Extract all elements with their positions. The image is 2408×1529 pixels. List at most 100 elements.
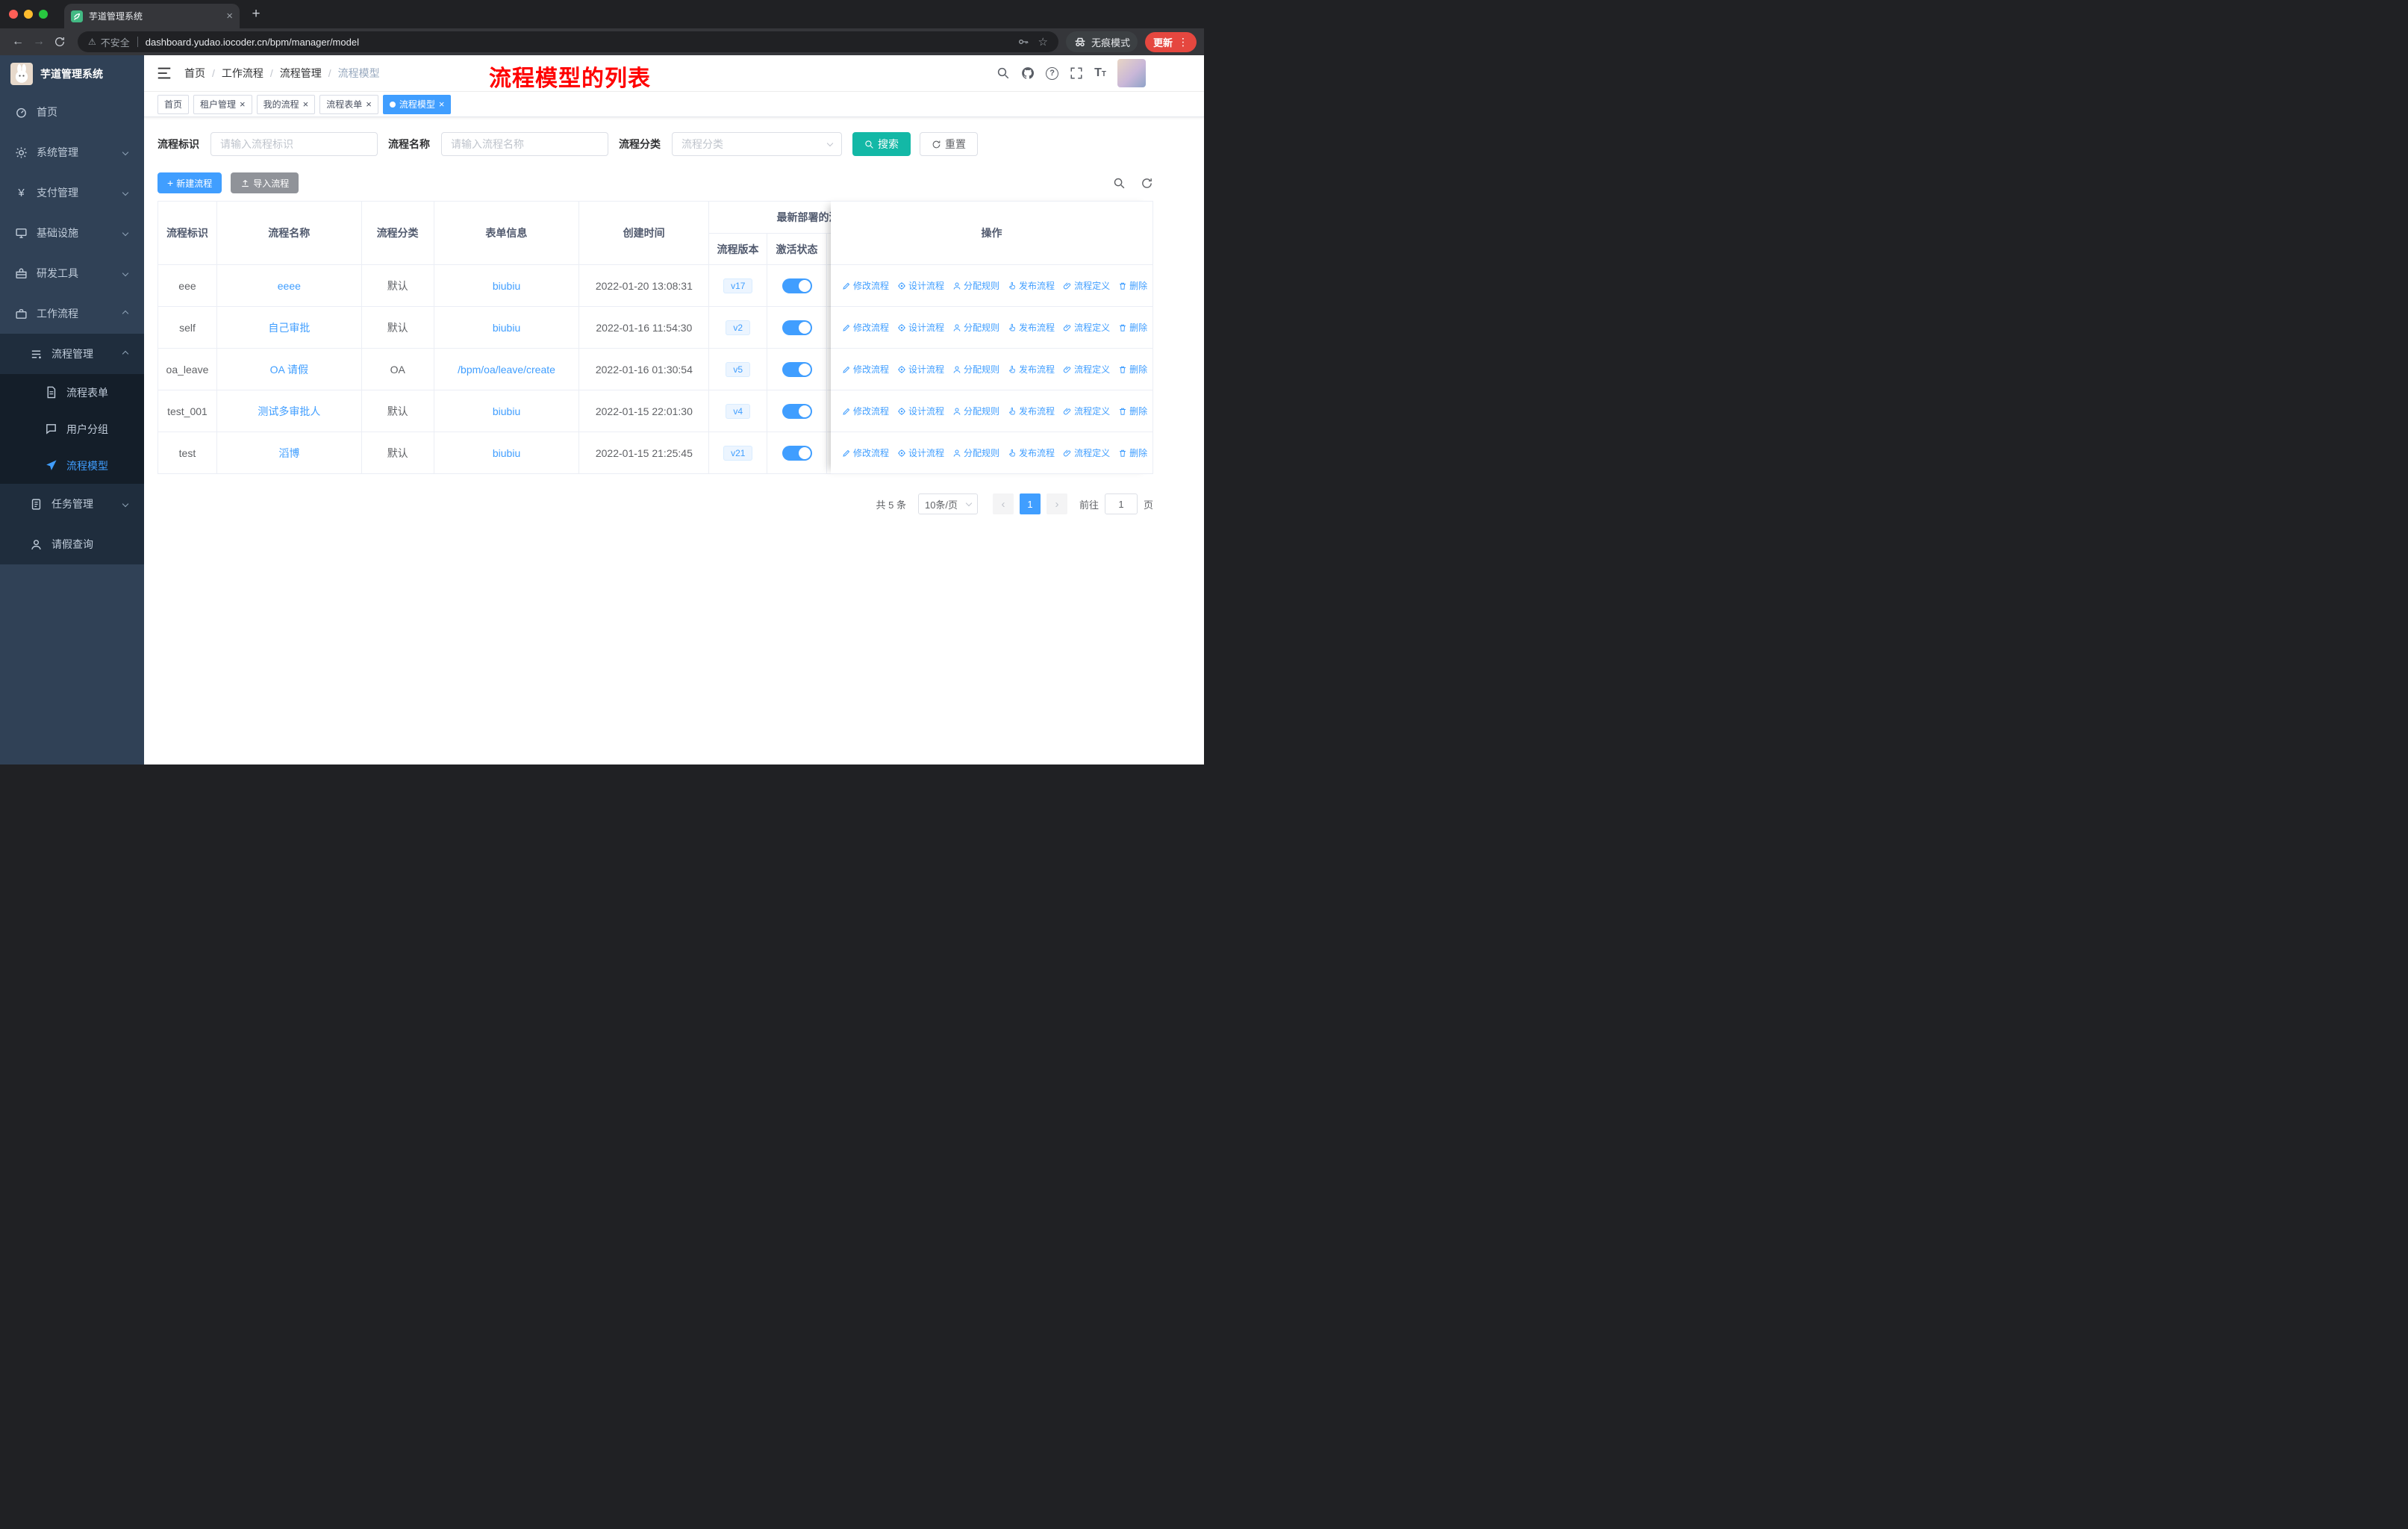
tag-my-process[interactable]: 我的流程 × bbox=[256, 94, 316, 114]
breadcrumb-home[interactable]: 首页 bbox=[184, 66, 205, 81]
active-toggle[interactable] bbox=[782, 320, 812, 335]
page-size-select[interactable]: 10条/页 bbox=[917, 493, 978, 514]
bookmark-star-icon[interactable]: ☆ bbox=[1038, 35, 1048, 49]
font-size-icon[interactable]: T T bbox=[1094, 67, 1106, 79]
action-design-process[interactable]: 设计流程 bbox=[897, 405, 944, 417]
search-icon[interactable] bbox=[996, 66, 1010, 80]
action-assign-rule[interactable]: 分配规则 bbox=[952, 363, 999, 376]
tag-close-icon[interactable]: × bbox=[439, 99, 445, 109]
password-key-icon[interactable] bbox=[1017, 36, 1029, 48]
goto-page-input[interactable] bbox=[1104, 493, 1138, 514]
action-assign-rule[interactable]: 分配规则 bbox=[952, 321, 999, 334]
reload-button[interactable] bbox=[49, 31, 70, 52]
model-name-link[interactable]: eeee bbox=[278, 280, 301, 292]
action-design-process[interactable]: 设计流程 bbox=[897, 321, 944, 334]
tab-close-icon[interactable]: × bbox=[226, 10, 233, 22]
sidebar-item-task-mgmt[interactable]: 任务管理 bbox=[0, 484, 144, 524]
tag-process-model[interactable]: 流程模型 × bbox=[382, 94, 452, 114]
breadcrumb-workflow[interactable]: 工作流程 bbox=[222, 66, 263, 81]
model-name-link[interactable]: 自己审批 bbox=[268, 320, 310, 335]
breadcrumb-process-mgmt[interactable]: 流程管理 bbox=[280, 66, 322, 81]
tag-close-icon[interactable]: × bbox=[303, 99, 309, 109]
search-button[interactable]: 搜索 bbox=[852, 132, 911, 156]
security-label[interactable]: 不安全 bbox=[101, 35, 130, 49]
model-name-link[interactable]: 测试多审批人 bbox=[258, 404, 320, 419]
reset-button[interactable]: 重置 bbox=[920, 132, 978, 156]
active-toggle[interactable] bbox=[782, 361, 812, 377]
action-edit-process[interactable]: 修改流程 bbox=[842, 405, 889, 417]
action-process-definition[interactable]: 流程定义 bbox=[1063, 363, 1110, 376]
sidebar-item-process-form[interactable]: 流程表单 bbox=[0, 374, 144, 411]
action-edit-process[interactable]: 修改流程 bbox=[842, 321, 889, 334]
action-assign-rule[interactable]: 分配规则 bbox=[952, 405, 999, 417]
update-button[interactable]: 更新 ⋮ bbox=[1144, 31, 1197, 52]
import-process-button[interactable]: 导入流程 bbox=[231, 172, 299, 193]
toggle-search-icon[interactable] bbox=[1113, 177, 1126, 190]
sidebar-item-infra[interactable]: 基础设施 bbox=[0, 213, 144, 253]
model-name-link[interactable]: OA 请假 bbox=[270, 362, 308, 377]
sidebar-item-system[interactable]: 系统管理 bbox=[0, 132, 144, 172]
prev-page-button[interactable]: ‹ bbox=[992, 493, 1014, 514]
tag-close-icon[interactable]: × bbox=[366, 99, 372, 109]
form-link[interactable]: biubiu bbox=[493, 405, 520, 417]
action-design-process[interactable]: 设计流程 bbox=[897, 446, 944, 459]
action-delete[interactable]: 删除 bbox=[1118, 446, 1147, 459]
fullscreen-icon[interactable] bbox=[1070, 66, 1083, 80]
action-publish-process[interactable]: 发布流程 bbox=[1008, 279, 1055, 292]
action-edit-process[interactable]: 修改流程 bbox=[842, 446, 889, 459]
back-button[interactable]: ← bbox=[7, 31, 28, 52]
forward-button[interactable]: → bbox=[28, 31, 49, 52]
model-name-link[interactable]: 滔博 bbox=[278, 446, 299, 461]
active-toggle[interactable] bbox=[782, 403, 812, 419]
action-edit-process[interactable]: 修改流程 bbox=[842, 363, 889, 376]
process-id-input[interactable] bbox=[210, 132, 378, 156]
action-process-definition[interactable]: 流程定义 bbox=[1063, 321, 1110, 334]
process-name-input[interactable] bbox=[441, 132, 608, 156]
action-process-definition[interactable]: 流程定义 bbox=[1063, 279, 1110, 292]
tag-tenant-mgmt[interactable]: 租户管理 × bbox=[193, 94, 252, 114]
action-delete[interactable]: 删除 bbox=[1118, 279, 1147, 292]
action-publish-process[interactable]: 发布流程 bbox=[1008, 321, 1055, 334]
form-link[interactable]: /bpm/oa/leave/create bbox=[458, 364, 555, 376]
form-link[interactable]: biubiu bbox=[493, 322, 520, 334]
sidebar-item-payment[interactable]: ¥ 支付管理 bbox=[0, 172, 144, 213]
action-delete[interactable]: 删除 bbox=[1118, 405, 1147, 417]
sidebar-item-process-mgmt[interactable]: 流程管理 bbox=[0, 334, 144, 374]
action-process-definition[interactable]: 流程定义 bbox=[1063, 405, 1110, 417]
tag-close-icon[interactable]: × bbox=[240, 99, 246, 109]
github-icon[interactable] bbox=[1021, 66, 1035, 80]
window-close-button[interactable] bbox=[9, 10, 18, 19]
browser-tab[interactable]: 芋道管理系统 × bbox=[64, 4, 240, 28]
action-design-process[interactable]: 设计流程 bbox=[897, 279, 944, 292]
help-icon[interactable]: ? bbox=[1046, 66, 1059, 80]
url-text[interactable]: dashboard.yudao.iocoder.cn/bpm/manager/m… bbox=[146, 37, 359, 48]
action-delete[interactable]: 删除 bbox=[1118, 321, 1147, 334]
avatar[interactable] bbox=[1117, 59, 1146, 87]
sidebar-item-user-group[interactable]: 用户分组 bbox=[0, 411, 144, 447]
form-link[interactable]: biubiu bbox=[493, 280, 520, 292]
menu-kebab-icon[interactable]: ⋮ bbox=[1178, 36, 1188, 49]
sidebar-item-devtools[interactable]: 研发工具 bbox=[0, 253, 144, 293]
window-zoom-button[interactable] bbox=[39, 10, 48, 19]
active-toggle[interactable] bbox=[782, 278, 812, 293]
action-design-process[interactable]: 设计流程 bbox=[897, 363, 944, 376]
tag-home[interactable]: 首页 bbox=[157, 94, 190, 114]
next-page-button[interactable]: › bbox=[1046, 493, 1067, 514]
address-bar[interactable]: ⚠ 不安全 dashboard.yudao.iocoder.cn/bpm/man… bbox=[78, 31, 1058, 52]
sidebar-item-leave-query[interactable]: 请假查询 bbox=[0, 524, 144, 564]
action-assign-rule[interactable]: 分配规则 bbox=[952, 279, 999, 292]
action-publish-process[interactable]: 发布流程 bbox=[1008, 363, 1055, 376]
create-process-button[interactable]: + 新建流程 bbox=[157, 172, 222, 193]
action-publish-process[interactable]: 发布流程 bbox=[1008, 405, 1055, 417]
action-edit-process[interactable]: 修改流程 bbox=[842, 279, 889, 292]
page-1-button[interactable]: 1 bbox=[1019, 493, 1041, 514]
action-assign-rule[interactable]: 分配规则 bbox=[952, 446, 999, 459]
sidebar-item-workflow[interactable]: 工作流程 bbox=[0, 293, 144, 334]
action-publish-process[interactable]: 发布流程 bbox=[1008, 446, 1055, 459]
active-toggle[interactable] bbox=[782, 445, 812, 461]
category-select[interactable]: 流程分类 bbox=[672, 132, 842, 156]
action-process-definition[interactable]: 流程定义 bbox=[1063, 446, 1110, 459]
sidebar-toggle-icon[interactable] bbox=[156, 65, 172, 81]
action-delete[interactable]: 删除 bbox=[1118, 363, 1147, 376]
sidebar-item-process-model[interactable]: 流程模型 bbox=[0, 447, 144, 484]
